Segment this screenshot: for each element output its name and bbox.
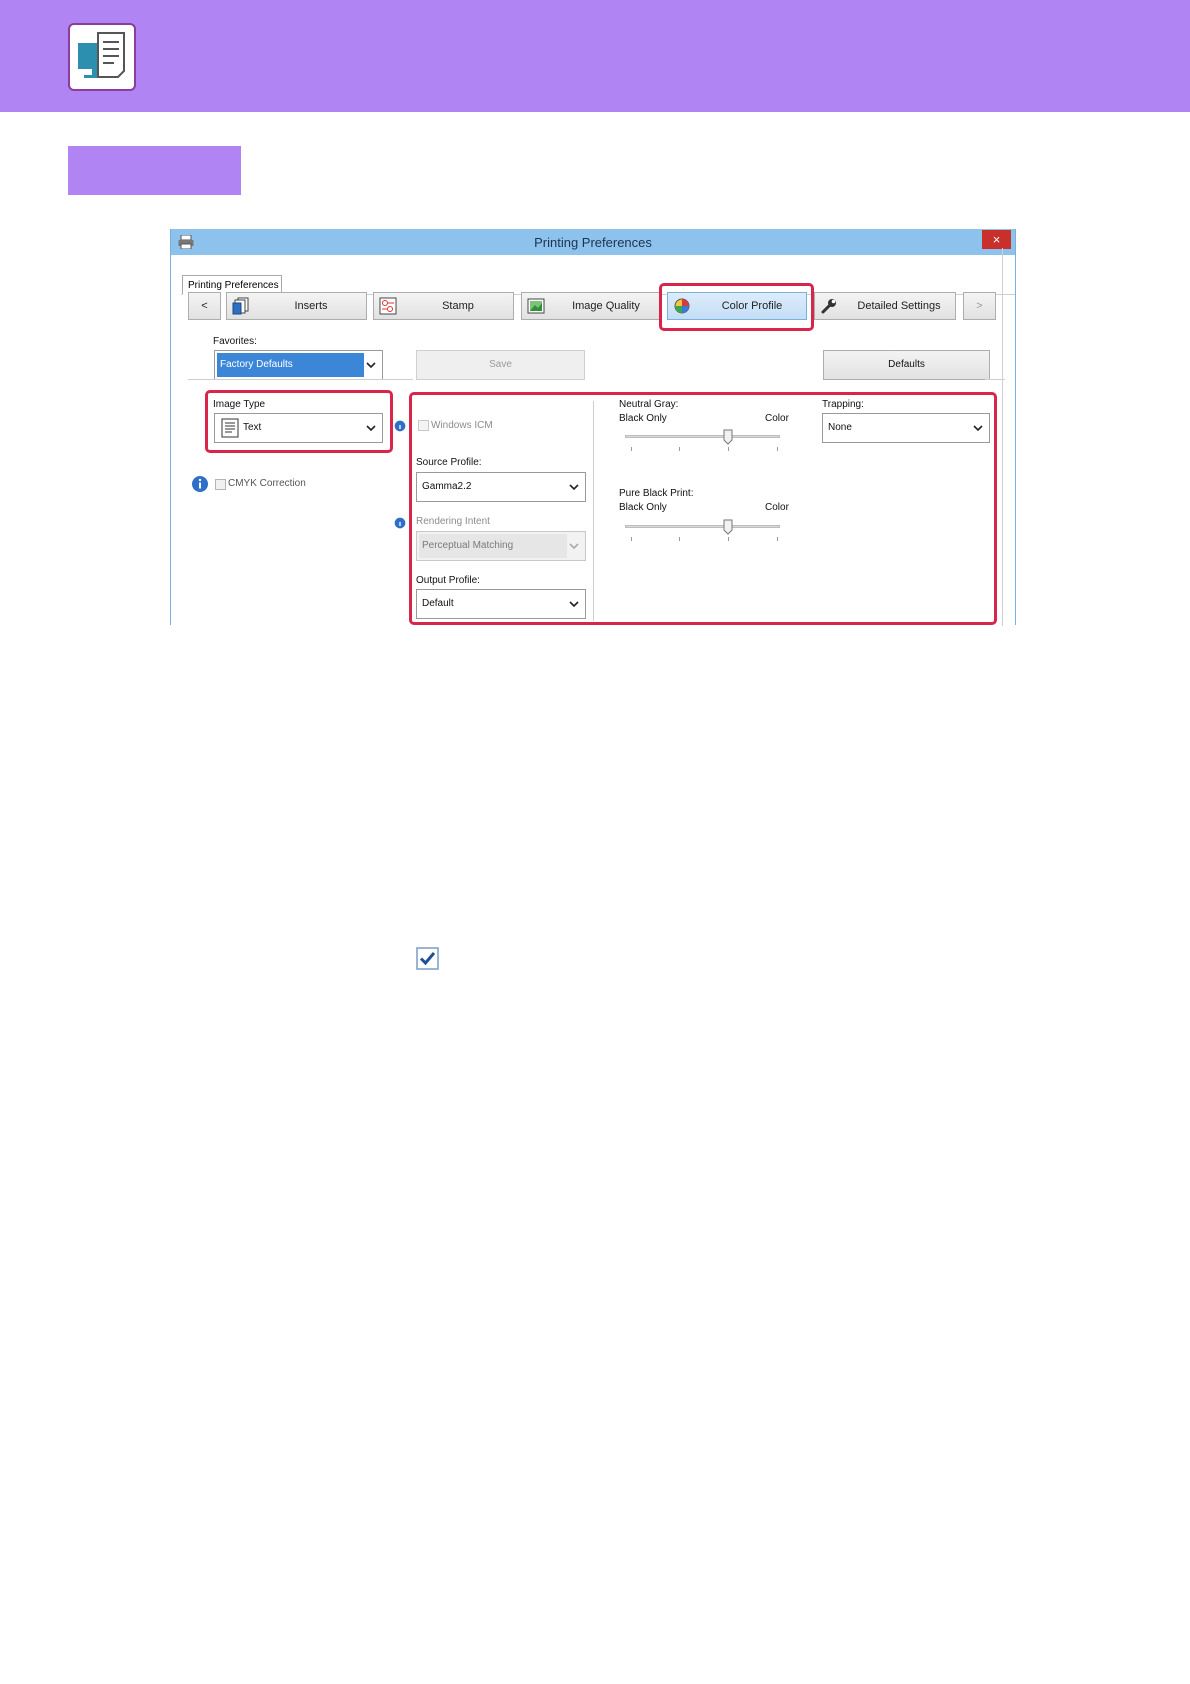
source-profile-label: Source Profile: — [416, 457, 482, 468]
rendering-intent-select[interactable]: Perceptual Matching — [416, 531, 586, 561]
neutral-gray-slider-thumb[interactable] — [723, 429, 733, 445]
settings-divider — [188, 379, 413, 380]
cmyk-correction-label: CMYK Correction — [228, 478, 306, 489]
nav-prev-button[interactable]: < — [188, 292, 221, 320]
info-icon[interactable] — [191, 475, 209, 493]
neutral-gray-left-label: Black Only — [619, 413, 667, 424]
source-profile-value: Gamma2.2 — [422, 481, 472, 492]
printer-monitor-icon — [68, 23, 136, 91]
tick — [631, 447, 632, 451]
text-document-icon — [221, 418, 239, 438]
nav-color-profile-button[interactable]: Color Profile — [667, 292, 807, 320]
rendering-intent-value: Perceptual Matching — [422, 540, 514, 551]
output-profile-label: Output Profile: — [416, 575, 480, 586]
chevron-down-icon — [569, 543, 579, 550]
neutral-gray-label: Neutral Gray: — [619, 399, 679, 410]
neutral-gray-right-label: Color — [765, 413, 789, 424]
nav-stamp-button[interactable]: Stamp — [373, 292, 514, 320]
chevron-down-icon — [569, 601, 579, 608]
nav-next-button[interactable]: > — [963, 292, 996, 320]
favorites-label: Favorites: — [213, 336, 257, 347]
pure-black-slider-thumb[interactable] — [723, 519, 733, 535]
pure-black-left-label: Black Only — [619, 502, 667, 513]
settings-divider-right-v — [1002, 248, 1003, 626]
close-button[interactable]: × — [982, 230, 1011, 249]
cmyk-correction-checkbox[interactable] — [215, 479, 226, 490]
tick — [728, 537, 729, 541]
chevron-down-icon — [973, 425, 983, 432]
pure-black-slider-track[interactable] — [625, 525, 780, 528]
tick — [777, 537, 778, 541]
trapping-select[interactable]: None — [822, 413, 990, 443]
checkmark-icon — [416, 947, 439, 970]
info-icon[interactable] — [394, 514, 406, 532]
section-tab — [68, 146, 241, 195]
nav-inserts-label: Inserts — [294, 300, 328, 312]
dialog-titlebar: Printing Preferences × — [171, 229, 1015, 255]
trapping-value: None — [828, 422, 852, 433]
neutral-gray-slider-track[interactable] — [625, 435, 780, 438]
chevron-down-icon — [366, 362, 376, 369]
nav-inserts-button[interactable]: Inserts — [226, 292, 367, 320]
info-icon[interactable] — [394, 417, 406, 435]
windows-icm-label: Windows ICM — [431, 420, 493, 431]
tick — [679, 537, 680, 541]
trapping-label: Trapping: — [822, 399, 864, 410]
tick — [777, 447, 778, 451]
tick — [631, 537, 632, 541]
nav-prev-label: < — [201, 300, 208, 312]
nav-detailed-settings-label: Detailed Settings — [857, 300, 941, 312]
rendering-intent-label: Rendering Intent — [416, 516, 490, 527]
tick — [728, 447, 729, 451]
column-divider — [593, 401, 594, 621]
favorites-value: Factory Defaults — [220, 359, 293, 370]
nav-stamp-label: Stamp — [442, 300, 474, 312]
favorites-select[interactable]: Factory Defaults — [214, 350, 383, 380]
nav-next-label: > — [976, 300, 983, 312]
image-type-label: Image Type — [213, 399, 266, 410]
defaults-button[interactable]: Defaults — [823, 350, 990, 380]
source-profile-select[interactable]: Gamma2.2 — [416, 472, 586, 502]
windows-icm-checkbox[interactable] — [418, 420, 429, 431]
tick — [679, 447, 680, 451]
nav-image-quality-button[interactable]: Image Quality — [521, 292, 662, 320]
chevron-down-icon — [569, 484, 579, 491]
chevron-down-icon — [366, 425, 376, 432]
save-button[interactable]: Save — [416, 350, 585, 380]
nav-detailed-settings-button[interactable]: Detailed Settings — [814, 292, 956, 320]
pure-black-right-label: Color — [765, 502, 789, 513]
image-type-value: Text — [243, 422, 262, 433]
dialog-title: Printing Preferences — [534, 235, 652, 250]
top-banner — [0, 0, 1190, 112]
nav-color-profile-label: Color Profile — [721, 300, 783, 312]
output-profile-value: Default — [422, 598, 454, 609]
tab-gap — [821, 274, 845, 294]
pure-black-label: Pure Black Print: — [619, 488, 694, 499]
nav-image-quality-label: Image Quality — [572, 300, 640, 312]
image-type-select[interactable]: Text — [214, 413, 383, 443]
output-profile-select[interactable]: Default — [416, 589, 586, 619]
